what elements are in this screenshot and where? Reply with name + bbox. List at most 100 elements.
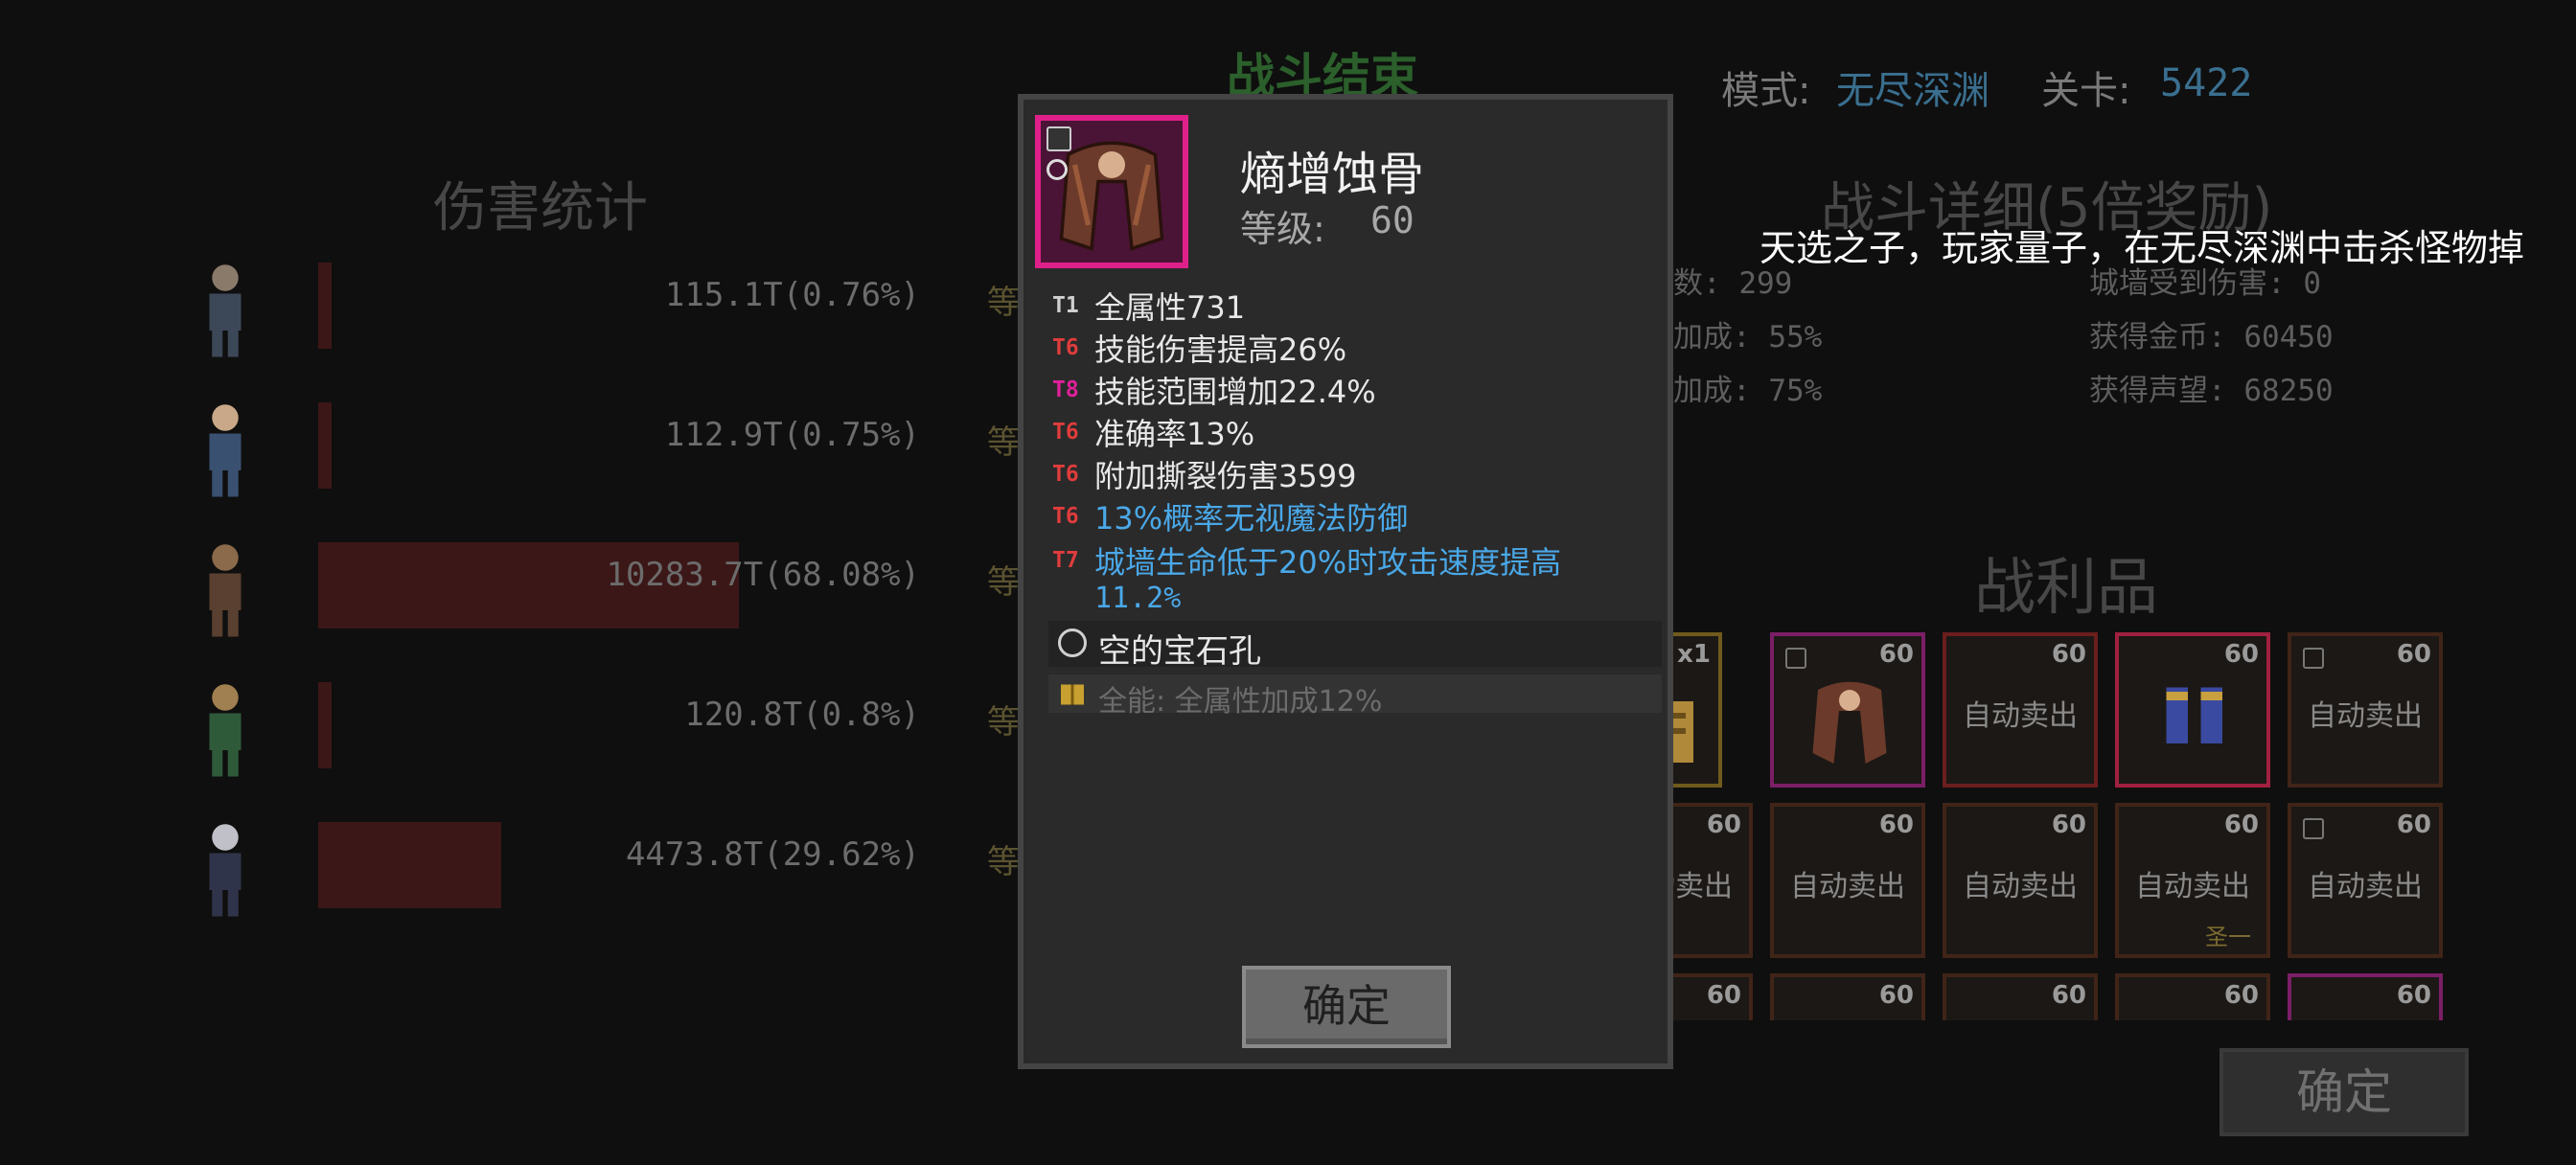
auto-sell-label: 自动卖出 [2308, 870, 2423, 903]
loot-level-badge: 60 [1706, 811, 1741, 839]
lock-icon [2303, 818, 2324, 839]
affix-tier: T1 [1052, 293, 1079, 318]
set-bonus-row: 全能: 全属性加成12% [1048, 674, 1662, 719]
affix-text: 城墙生命低于20%时攻击速度提高 [1094, 544, 1562, 581]
hero-grade-label: 等 [987, 284, 1020, 322]
hero-damage-row: 10283.7T(68.08%) 等 [172, 527, 1035, 642]
lock-icon[interactable] [1046, 126, 1071, 151]
mode-value: 无尽深渊 [1836, 69, 1990, 113]
loot-level-badge: 60 [1878, 640, 1914, 669]
armor-icon [1812, 681, 1887, 764]
boots-icon [2166, 687, 2222, 743]
level-value: 5422 [2160, 61, 2253, 105]
loot-slot[interactable]: 60 [1943, 973, 2098, 1020]
item-icon-frame [1035, 115, 1188, 268]
affix-line: T7 城墙生命低于20%时攻击速度提高 11.2% [1052, 538, 1656, 615]
item-name: 熵增蚀骨 [1240, 148, 1425, 201]
item-level-value: 60 [1370, 199, 1414, 241]
hero-damage-value: 10283.7T(68.08%) [606, 556, 920, 594]
detail-left-3: 加成: 75% [1673, 374, 1823, 408]
loot-level-badge: 60 [1878, 811, 1914, 839]
damage-stats-heading: 伤害统计 [433, 177, 648, 240]
loot-level-badge: 60 [1706, 981, 1741, 1010]
hero-damage-value: 120.8T(0.8%) [684, 696, 920, 734]
loot-slot[interactable]: 60 自动卖出 圣一 [2115, 803, 2270, 958]
loot-slot-helm[interactable]: 60 自动卖出 [1943, 632, 2098, 788]
item-level-label: 等级: [1240, 208, 1325, 250]
loot-count-badge: x1 [1677, 640, 1711, 669]
affix-line: T6 附加撕裂伤害3599 [1052, 452, 1656, 496]
affix-tier: T7 [1052, 548, 1079, 573]
lock-icon [1785, 648, 1806, 669]
loot-slot[interactable]: 60 自动卖出 [1770, 803, 1925, 958]
hero-damage-value: 112.9T(0.75%) [664, 416, 920, 454]
item-set-tag: 圣一 [2205, 924, 2251, 950]
affix-line: T1 全属性731 [1052, 284, 1656, 328]
affix-text: 附加撕裂伤害3599 [1094, 458, 1357, 494]
loot-level-badge: 60 [2051, 640, 2086, 669]
auto-sell-label: 自动卖出 [1790, 870, 1905, 903]
loot-slot[interactable]: 60 [2288, 973, 2443, 1020]
loot-level-badge: 60 [2051, 981, 2086, 1010]
hero-grade-label: 等 [987, 563, 1020, 602]
loot-level-badge: 60 [2223, 811, 2259, 839]
gem-socket-label: 空的宝石孔 [1098, 632, 1261, 671]
loot-slot[interactable]: 60 自动卖出 [1663, 803, 1753, 958]
auto-sell-label: 自动卖出 [1963, 699, 2078, 733]
affix-tier: T6 [1052, 420, 1079, 445]
hero-damage-value: 115.1T(0.76%) [664, 276, 920, 314]
affix-tier: T6 [1052, 462, 1079, 487]
loot-level-badge: 60 [2396, 811, 2431, 839]
affix-text: 技能伤害提高26% [1094, 331, 1347, 368]
world-broadcast-banner: 天选之子，玩家量子，在无尽深渊中击杀怪物掉 [1760, 227, 2525, 269]
hero-damage-value: 4473.8T(29.62%) [625, 835, 920, 874]
lock-icon [2303, 648, 2324, 669]
affix-text: 技能范围增加22.4% [1094, 374, 1376, 410]
gold-earned-stat: 获得金币: 60450 [2089, 320, 2334, 354]
loot-slot-bow[interactable]: 60 自动卖出 [2288, 632, 2443, 788]
socket-icon [1046, 159, 1068, 180]
loot-grid: x1 60 60 自动卖出 60 60 自动卖出 60 自动卖出 60 自动卖出… [1663, 623, 2544, 1020]
affix-line: T6 准确率13% [1052, 410, 1656, 454]
affix-line: T8 技能范围增加22.4% [1052, 368, 1656, 412]
affix-text: 准确率13% [1094, 416, 1255, 452]
loot-level-badge: 60 [2223, 981, 2259, 1010]
auto-sell-label: 自动卖出 [1963, 870, 2078, 903]
level-label: 关卡: [2041, 69, 2131, 113]
loot-slot-chest-armor[interactable]: 60 [1770, 632, 1925, 788]
loot-level-badge: 60 [2396, 640, 2431, 669]
confirm-button[interactable]: 确定 [1242, 966, 1451, 1048]
detail-left-2: 加成: 55% [1673, 320, 1823, 354]
affix-line: T6 13%概率无视魔法防御 [1052, 494, 1656, 538]
hero-damage-row: 112.9T(0.75%) 等 [172, 387, 1035, 502]
hero-damage-row: 120.8T(0.8%) 等 [172, 667, 1035, 782]
results-confirm-button[interactable]: 确定 [2220, 1048, 2469, 1136]
loot-slot[interactable]: 60 [1770, 973, 1925, 1020]
affix-text-continued: 11.2% [1094, 582, 1182, 615]
auto-sell-label: 自动卖出 [2308, 699, 2423, 733]
loot-level-badge: 60 [2223, 640, 2259, 669]
auto-sell-label: 自动卖出 [1663, 870, 1733, 903]
loot-slot[interactable]: 60 自动卖出 [1943, 803, 2098, 958]
hero-grade-label: 等 [987, 843, 1020, 881]
empty-socket-icon [1058, 628, 1087, 657]
mode-label: 模式: [1721, 69, 1811, 113]
reputation-earned-stat: 获得声望: 68250 [2089, 374, 2334, 408]
loot-level-badge: 60 [2396, 981, 2431, 1010]
loot-slot[interactable]: 60 自动卖出 [2288, 803, 2443, 958]
affix-tier: T8 [1052, 377, 1079, 402]
affix-line: T6 技能伤害提高26% [1052, 326, 1656, 370]
hero-grade-label: 等 [987, 703, 1020, 742]
affix-tier: T6 [1052, 335, 1079, 360]
book-icon [1061, 684, 1084, 705]
auto-sell-label: 自动卖出 [2135, 870, 2250, 903]
loot-level-badge: 60 [1878, 981, 1914, 1010]
loot-slot[interactable]: 60 [2115, 973, 2270, 1020]
affix-text: 全属性731 [1094, 289, 1246, 326]
loot-slot[interactable]: 60 [1663, 973, 1753, 1020]
item-detail-dialog: 熵增蚀骨 等级: 60 T1 全属性731 T6 技能伤害提高26% T8 技能范围增加2… [1018, 94, 1673, 1069]
affix-text: 13%概率无视魔法防御 [1094, 500, 1409, 537]
hero-grade-label: 等 [987, 423, 1020, 462]
loot-slot-boots[interactable]: 60 [2115, 632, 2270, 788]
gem-socket-row: 空的宝石孔 [1048, 621, 1662, 671]
